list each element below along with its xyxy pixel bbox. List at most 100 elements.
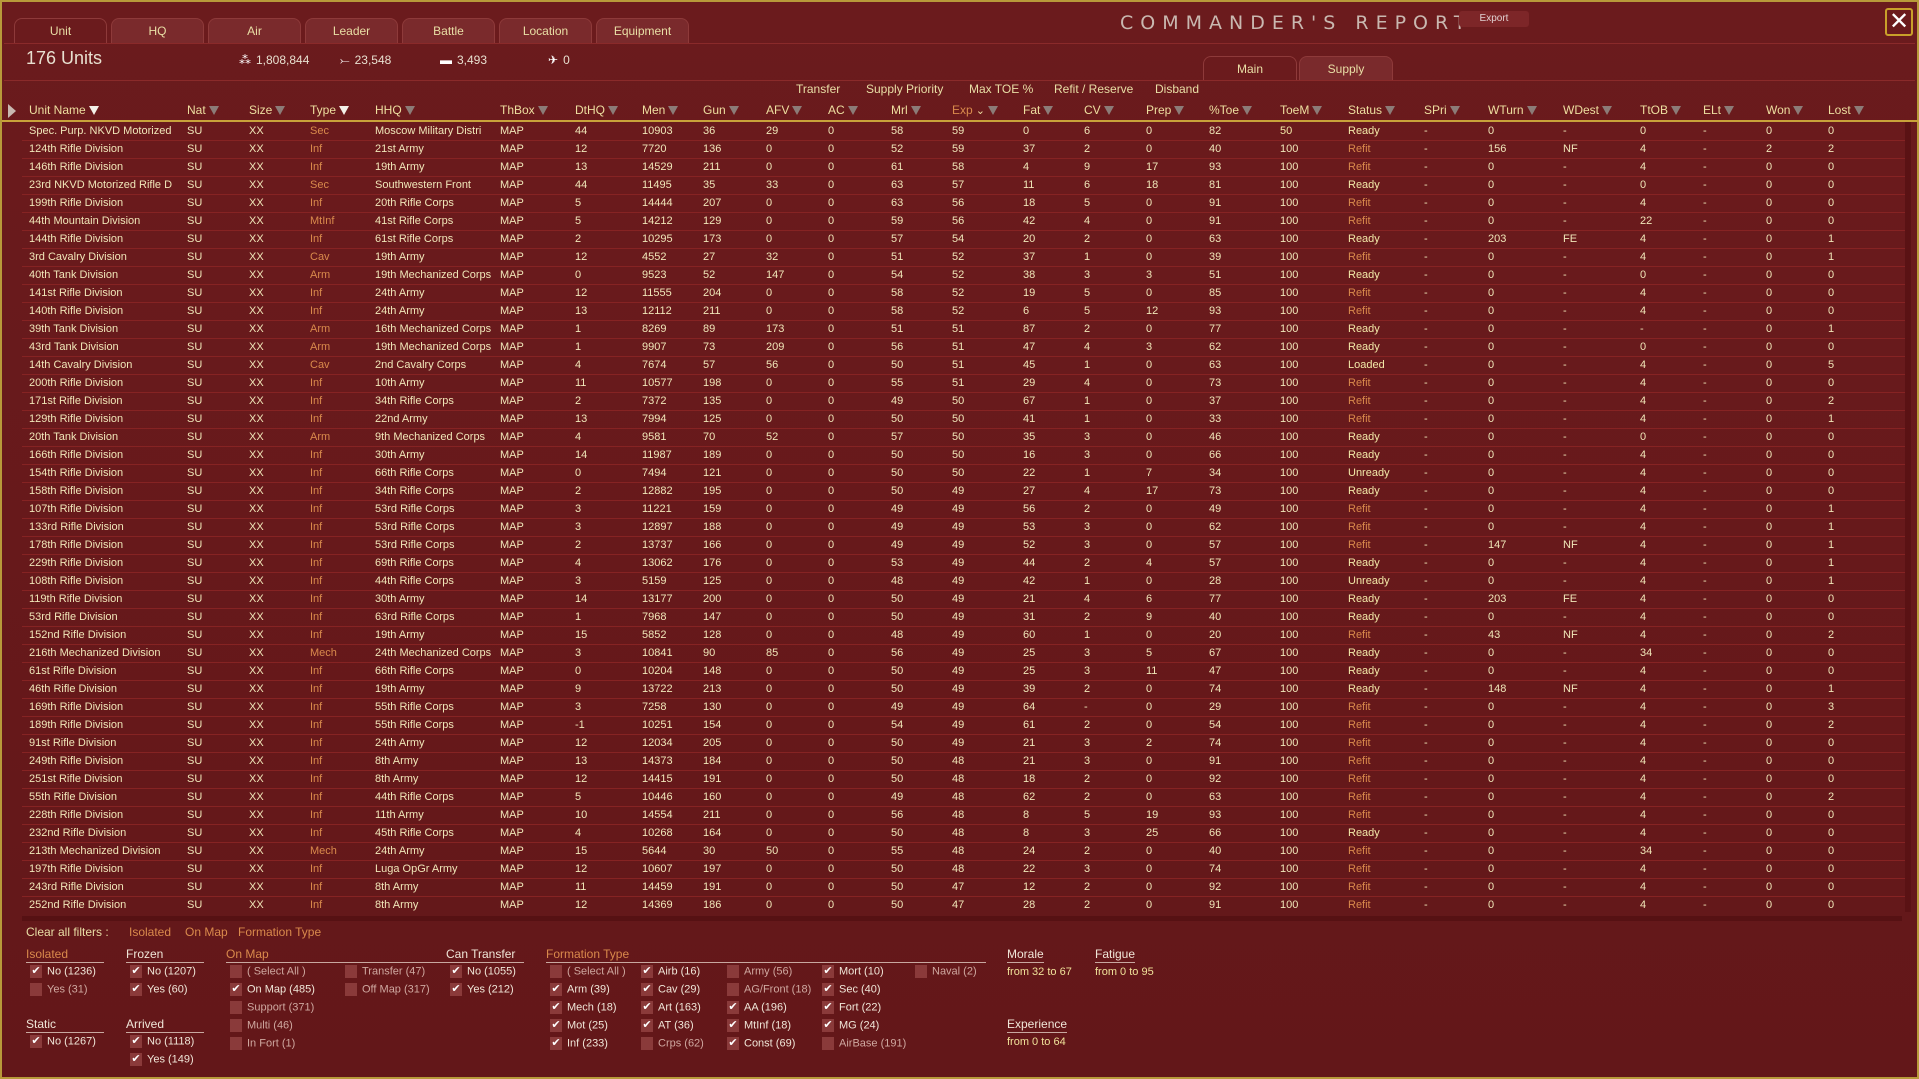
table-row[interactable]: 144th Rifle Division SU XX Inf 61st Rifle Co…: [22, 231, 1907, 249]
filter-funnel-icon[interactable]: [1043, 106, 1054, 116]
column-header--toe[interactable]: %Toe: [1209, 103, 1253, 117]
filter-funnel-icon[interactable]: [1449, 106, 1460, 116]
table-row[interactable]: 129th Rifle Division SU XX Inf 22nd Army MAP 1…: [22, 411, 1907, 429]
column-header-afv[interactable]: AFV: [766, 103, 803, 117]
tab-unit[interactable]: Unit: [14, 18, 107, 43]
table-row[interactable]: 141st Rifle Division SU XX Inf 24th Army MAP 1…: [22, 285, 1907, 303]
column-header-wdest[interactable]: WDest: [1563, 103, 1612, 117]
filter-funnel-icon[interactable]: [339, 106, 350, 116]
column-header-ac[interactable]: AC: [828, 103, 858, 117]
table-row[interactable]: 20th Tank Division SU XX Arm 9th Mechanized …: [22, 429, 1907, 447]
column-header-lost[interactable]: Lost: [1828, 103, 1864, 117]
filter-funnel-icon[interactable]: [1793, 106, 1804, 116]
table-row[interactable]: 213th Mechanized Division SU XX Mech 24th Ar…: [22, 843, 1907, 861]
filter-checkbox[interactable]: ✔ Fort (22): [822, 1001, 881, 1014]
filter-checkbox[interactable]: AG/Front (18): [727, 983, 811, 996]
range-value[interactable]: from 0 to 64: [1007, 1036, 1066, 1048]
filter-funnel-icon[interactable]: [1671, 106, 1682, 116]
table-row[interactable]: 53rd Rifle Division SU XX Inf 63rd Rifle Cor…: [22, 609, 1907, 627]
table-row[interactable]: 249th Rifle Division SU XX Inf 8th Army MAP 13…: [22, 753, 1907, 771]
filter-checkbox[interactable]: Multi (46): [230, 1019, 293, 1032]
vertical-scrollbar[interactable]: [1905, 122, 1911, 912]
table-row[interactable]: 200th Rifle Division SU XX Inf 10th Army MAP 1…: [22, 375, 1907, 393]
filter-checkbox[interactable]: ✔ No (1267): [30, 1035, 96, 1048]
refit-reserve-button[interactable]: Refit / Reserve: [1054, 82, 1133, 96]
filter-funnel-icon[interactable]: [1724, 106, 1735, 116]
table-row[interactable]: 3rd Cavalry Division SU XX Cav 19th Army MAP 1…: [22, 249, 1907, 267]
filter-checkbox[interactable]: ( Select All ): [550, 965, 626, 978]
table-row[interactable]: 189th Rifle Division SU XX Inf 55th Rifle Co…: [22, 717, 1907, 735]
column-header-men[interactable]: Men: [642, 103, 679, 117]
table-row[interactable]: Spec. Purp. NKVD Motorized SU XX Sec Moscow …: [22, 123, 1907, 141]
table-row[interactable]: 55th Rifle Division SU XX Inf 44th Rifle Cor…: [22, 789, 1907, 807]
filter-checkbox[interactable]: In Fort (1): [230, 1037, 295, 1050]
max-toe-button[interactable]: Max TOE %: [969, 82, 1033, 96]
table-row[interactable]: 251st Rifle Division SU XX Inf 8th Army MAP 12…: [22, 771, 1907, 789]
column-header-hhq[interactable]: HHQ: [375, 103, 415, 117]
table-row[interactable]: 61st Rifle Division SU XX Inf 66th Rifle Cor…: [22, 663, 1907, 681]
tab-battle[interactable]: Battle: [402, 18, 495, 43]
table-row[interactable]: 146th Rifle Division SU XX Inf 19th Army MAP 1…: [22, 159, 1907, 177]
table-row[interactable]: 40th Tank Division SU XX Arm 19th Mechanized…: [22, 267, 1907, 285]
filter-checkbox[interactable]: ✔ Yes (60): [130, 983, 188, 996]
filter-checkbox[interactable]: ✔ Yes (212): [450, 983, 514, 996]
table-row[interactable]: 43rd Tank Division SU XX Arm 19th Mechanized…: [22, 339, 1907, 357]
filter-funnel-icon[interactable]: [208, 106, 219, 116]
column-header-won[interactable]: Won: [1766, 103, 1804, 117]
column-header-mrl[interactable]: Mrl: [891, 103, 921, 117]
filter-funnel-icon[interactable]: [1312, 106, 1323, 116]
column-header-elt[interactable]: ELt: [1703, 103, 1735, 117]
filter-funnel-icon[interactable]: [608, 106, 618, 116]
filter-funnel-icon[interactable]: [1853, 106, 1864, 116]
table-row[interactable]: 232nd Rifle Division SU XX Inf 45th Rifle Co…: [22, 825, 1907, 843]
table-row[interactable]: 252nd Rifle Division SU XX Inf 8th Army MAP 12…: [22, 897, 1907, 914]
filter-funnel-icon[interactable]: [1103, 106, 1114, 116]
table-row[interactable]: 178th Rifle Division SU XX Inf 53rd Rifle Co…: [22, 537, 1907, 555]
range-value[interactable]: from 0 to 95: [1095, 966, 1154, 978]
filter-checkbox[interactable]: ✔ Mort (10): [822, 965, 884, 978]
filter-funnel-icon[interactable]: [847, 106, 858, 116]
column-header-nat[interactable]: Nat: [187, 103, 219, 117]
filter-checkbox[interactable]: ✔ Arm (39): [550, 983, 610, 996]
column-header-ttob[interactable]: TtOB: [1640, 103, 1682, 117]
filter-checkbox[interactable]: ✔ Art (163): [641, 1001, 701, 1014]
column-header-thbox[interactable]: ThBox: [500, 103, 548, 117]
table-row[interactable]: 107th Rifle Division SU XX Inf 53rd Rifle Co…: [22, 501, 1907, 519]
filter-checkbox[interactable]: Transfer (47): [345, 965, 425, 978]
filter-checkbox[interactable]: ✔ MtInf (18): [727, 1019, 791, 1032]
column-header-unit-name[interactable]: Unit Name: [29, 103, 99, 117]
column-header-dthq[interactable]: DtHQ: [575, 103, 618, 117]
filter-checkbox[interactable]: ✔ MG (24): [822, 1019, 879, 1032]
filter-checkbox[interactable]: Support (371): [230, 1001, 314, 1014]
expand-arrow-icon[interactable]: [8, 104, 16, 118]
filter-funnel-icon[interactable]: [88, 106, 99, 116]
filter-funnel-icon[interactable]: [404, 106, 415, 116]
filter-checkbox[interactable]: ✔ Sec (40): [822, 983, 881, 996]
transfer-button[interactable]: Transfer: [796, 82, 840, 96]
column-header-size[interactable]: Size: [249, 103, 286, 117]
filter-funnel-icon[interactable]: [910, 106, 921, 116]
table-row[interactable]: 23rd NKVD Motorized Rifle D SU XX Sec Southw…: [22, 177, 1907, 195]
filter-checkbox[interactable]: Yes (31): [30, 983, 88, 996]
column-header-cv[interactable]: CV: [1084, 103, 1114, 117]
filter-checkbox[interactable]: ✔ Airb (16): [641, 965, 700, 978]
filter-checkbox[interactable]: Off Map (317): [345, 983, 430, 996]
filter-funnel-icon[interactable]: [1602, 106, 1612, 116]
table-row[interactable]: 171st Rifle Division SU XX Inf 34th Rifle Co…: [22, 393, 1907, 411]
filter-checkbox[interactable]: AirBase (191): [822, 1037, 906, 1050]
filter-checkbox[interactable]: ✔ AA (196): [727, 1001, 787, 1014]
filter-checkbox[interactable]: ✔ No (1055): [450, 965, 516, 978]
filter-checkbox[interactable]: ✔ Inf (233): [550, 1037, 608, 1050]
table-row[interactable]: 152nd Rifle Division SU XX Inf 19th Army MAP 1…: [22, 627, 1907, 645]
subtab-supply[interactable]: Supply: [1299, 56, 1393, 80]
column-header-spri[interactable]: SPri: [1424, 103, 1460, 117]
table-row[interactable]: 154th Rifle Division SU XX Inf 66th Rifle Co…: [22, 465, 1907, 483]
table-row[interactable]: 199th Rifle Division SU XX Inf 20th Rifle Co…: [22, 195, 1907, 213]
table-row[interactable]: 158th Rifle Division SU XX Inf 34th Rifle Co…: [22, 483, 1907, 501]
table-row[interactable]: 229th Rifle Division SU XX Inf 69th Rifle Co…: [22, 555, 1907, 573]
column-header-prep[interactable]: Prep: [1146, 103, 1185, 117]
clear-filter-isolated[interactable]: Isolated: [129, 925, 171, 939]
filter-funnel-icon[interactable]: [275, 106, 286, 116]
table-row[interactable]: 197th Rifle Division SU XX Inf Luga OpGr Arm…: [22, 861, 1907, 879]
filter-checkbox[interactable]: ( Select All ): [230, 965, 306, 978]
